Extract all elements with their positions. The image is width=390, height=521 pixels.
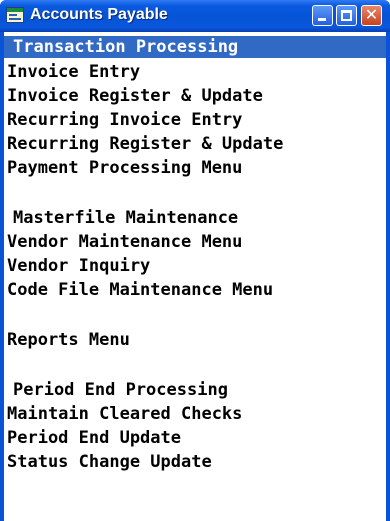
menu-panel: Transaction Processing Invoice Entry Inv… [4, 32, 386, 521]
minimize-icon [318, 18, 326, 21]
menu-item-invoice-entry[interactable]: Invoice Entry [4, 60, 386, 84]
menu-header-masterfile-maintenance[interactable]: Masterfile Maintenance [4, 206, 386, 230]
menu-item-vendor-inquiry[interactable]: Vendor Inquiry [4, 254, 386, 278]
title-bar[interactable]: Accounts Payable ✕ [0, 0, 390, 32]
menu-header-transaction-processing[interactable]: Transaction Processing [4, 36, 386, 58]
menu-item-status-change-update[interactable]: Status Change Update [4, 450, 386, 474]
minimize-button[interactable] [312, 5, 333, 26]
menu-item-recurring-register-update[interactable]: Recurring Register & Update [4, 132, 386, 156]
menu-header-period-end-processing[interactable]: Period End Processing [4, 378, 386, 402]
menu-item-period-end-update[interactable]: Period End Update [4, 426, 386, 450]
menu-item-reports-menu[interactable]: Reports Menu [4, 328, 386, 352]
accounts-payable-window: Accounts Payable ✕ Transaction Processin… [0, 0, 390, 521]
window-title: Accounts Payable [30, 6, 168, 23]
menu-item-recurring-invoice-entry[interactable]: Recurring Invoice Entry [4, 108, 386, 132]
menu-item-payment-processing-menu[interactable]: Payment Processing Menu [4, 156, 386, 180]
maximize-icon [341, 10, 352, 21]
menu-item-vendor-maintenance-menu[interactable]: Vendor Maintenance Menu [4, 230, 386, 254]
app-icon[interactable] [6, 7, 24, 23]
menu-item-maintain-cleared-checks[interactable]: Maintain Cleared Checks [4, 402, 386, 426]
menu-item-invoice-register-update[interactable]: Invoice Register & Update [4, 84, 386, 108]
menu-item-code-file-maintenance-menu[interactable]: Code File Maintenance Menu [4, 278, 386, 302]
maximize-button[interactable] [336, 5, 357, 26]
close-button[interactable]: ✕ [361, 5, 382, 26]
close-icon: ✕ [364, 5, 379, 24]
